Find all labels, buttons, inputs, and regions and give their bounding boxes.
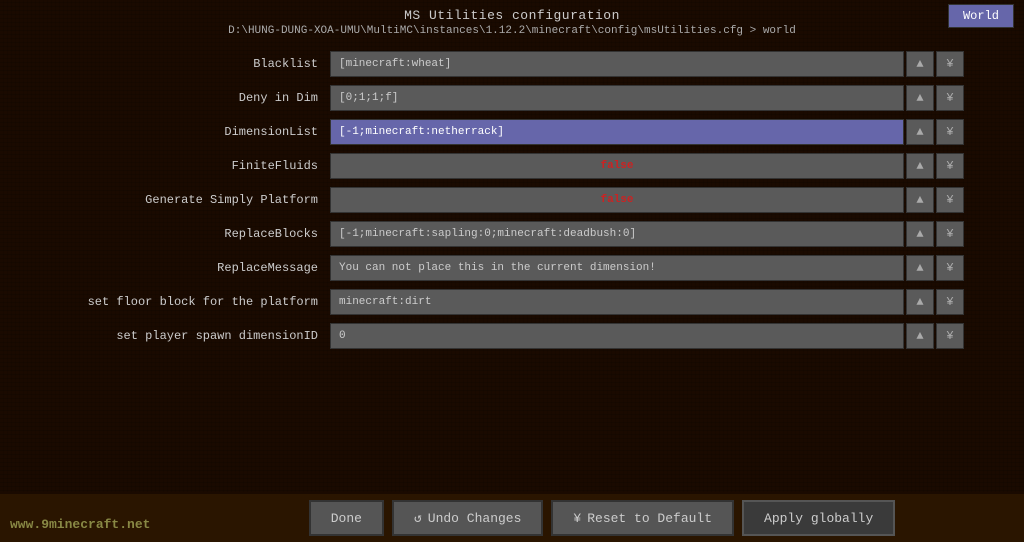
row-edit-icon[interactable]: ¥ <box>936 323 964 349</box>
config-field-8[interactable] <box>330 323 904 349</box>
row-up-icon[interactable]: ▲ <box>906 187 934 213</box>
config-row: FiniteFluids▲¥ <box>60 151 964 181</box>
config-row: Blacklist▲¥ <box>60 49 964 79</box>
row-input-area: ▲¥ <box>330 119 964 145</box>
row-input-area: ▲¥ <box>330 221 964 247</box>
config-row: Generate Simply Platform▲¥ <box>60 185 964 215</box>
config-field-0[interactable] <box>330 51 904 77</box>
config-field-6[interactable] <box>330 255 904 281</box>
watermark: www.9minecraft.net <box>10 517 150 532</box>
config-area: Blacklist▲¥Deny in Dim▲¥DimensionList▲¥F… <box>0 49 1024 351</box>
row-up-icon[interactable]: ▲ <box>906 85 934 111</box>
config-field-4[interactable] <box>330 187 904 213</box>
reset-label: Reset to Default <box>587 511 712 526</box>
row-label: Blacklist <box>60 57 330 71</box>
row-label: Deny in Dim <box>60 91 330 105</box>
row-label: ReplaceMessage <box>60 261 330 275</box>
config-field-5[interactable] <box>330 221 904 247</box>
row-label: set player spawn dimensionID <box>60 329 330 343</box>
footer-buttons: Done ↺ Undo Changes ¥ Reset to Default A… <box>0 500 1024 536</box>
row-label: FiniteFluids <box>60 159 330 173</box>
row-label: set floor block for the platform <box>60 295 330 309</box>
undo-button[interactable]: ↺ Undo Changes <box>392 500 543 536</box>
config-row: ReplaceMessage▲¥ <box>60 253 964 283</box>
row-edit-icon[interactable]: ¥ <box>936 221 964 247</box>
config-field-1[interactable] <box>330 85 904 111</box>
tab-world[interactable]: World <box>948 4 1014 28</box>
row-input-area: ▲¥ <box>330 85 964 111</box>
undo-label: Undo Changes <box>428 511 522 526</box>
config-row: set floor block for the platform▲¥ <box>60 287 964 317</box>
done-button[interactable]: Done <box>309 500 384 536</box>
row-edit-icon[interactable]: ¥ <box>936 153 964 179</box>
footer-bar: www.9minecraft.net Done ↺ Undo Changes ¥… <box>0 492 1024 542</box>
row-edit-icon[interactable]: ¥ <box>936 51 964 77</box>
config-row: set player spawn dimensionID▲¥ <box>60 321 964 351</box>
window-title: MS Utilities configuration <box>0 0 1024 25</box>
row-up-icon[interactable]: ▲ <box>906 323 934 349</box>
row-edit-icon[interactable]: ¥ <box>936 289 964 315</box>
row-label: DimensionList <box>60 125 330 139</box>
row-edit-icon[interactable]: ¥ <box>936 255 964 281</box>
row-label: Generate Simply Platform <box>60 193 330 207</box>
row-up-icon[interactable]: ▲ <box>906 289 934 315</box>
row-up-icon[interactable]: ▲ <box>906 51 934 77</box>
config-row: Deny in Dim▲¥ <box>60 83 964 113</box>
row-up-icon[interactable]: ▲ <box>906 221 934 247</box>
config-field-2[interactable] <box>330 119 904 145</box>
row-edit-icon[interactable]: ¥ <box>936 187 964 213</box>
row-edit-icon[interactable]: ¥ <box>936 119 964 145</box>
config-row: DimensionList▲¥ <box>60 117 964 147</box>
row-input-area: ▲¥ <box>330 153 964 179</box>
row-label: ReplaceBlocks <box>60 227 330 241</box>
row-input-area: ▲¥ <box>330 187 964 213</box>
undo-icon: ↺ <box>414 511 422 526</box>
apply-button[interactable]: Apply globally <box>742 500 895 536</box>
row-up-icon[interactable]: ▲ <box>906 119 934 145</box>
row-edit-icon[interactable]: ¥ <box>936 85 964 111</box>
row-input-area: ▲¥ <box>330 323 964 349</box>
row-input-area: ▲¥ <box>330 51 964 77</box>
window-path: D:\HUNG-DUNG-XOA-UMU\MultiMC\instances\1… <box>0 25 1024 49</box>
reset-icon: ¥ <box>573 511 581 526</box>
row-input-area: ▲¥ <box>330 255 964 281</box>
row-up-icon[interactable]: ▲ <box>906 153 934 179</box>
row-up-icon[interactable]: ▲ <box>906 255 934 281</box>
config-field-7[interactable] <box>330 289 904 315</box>
row-input-area: ▲¥ <box>330 289 964 315</box>
reset-button[interactable]: ¥ Reset to Default <box>551 500 734 536</box>
config-row: ReplaceBlocks▲¥ <box>60 219 964 249</box>
config-field-3[interactable] <box>330 153 904 179</box>
